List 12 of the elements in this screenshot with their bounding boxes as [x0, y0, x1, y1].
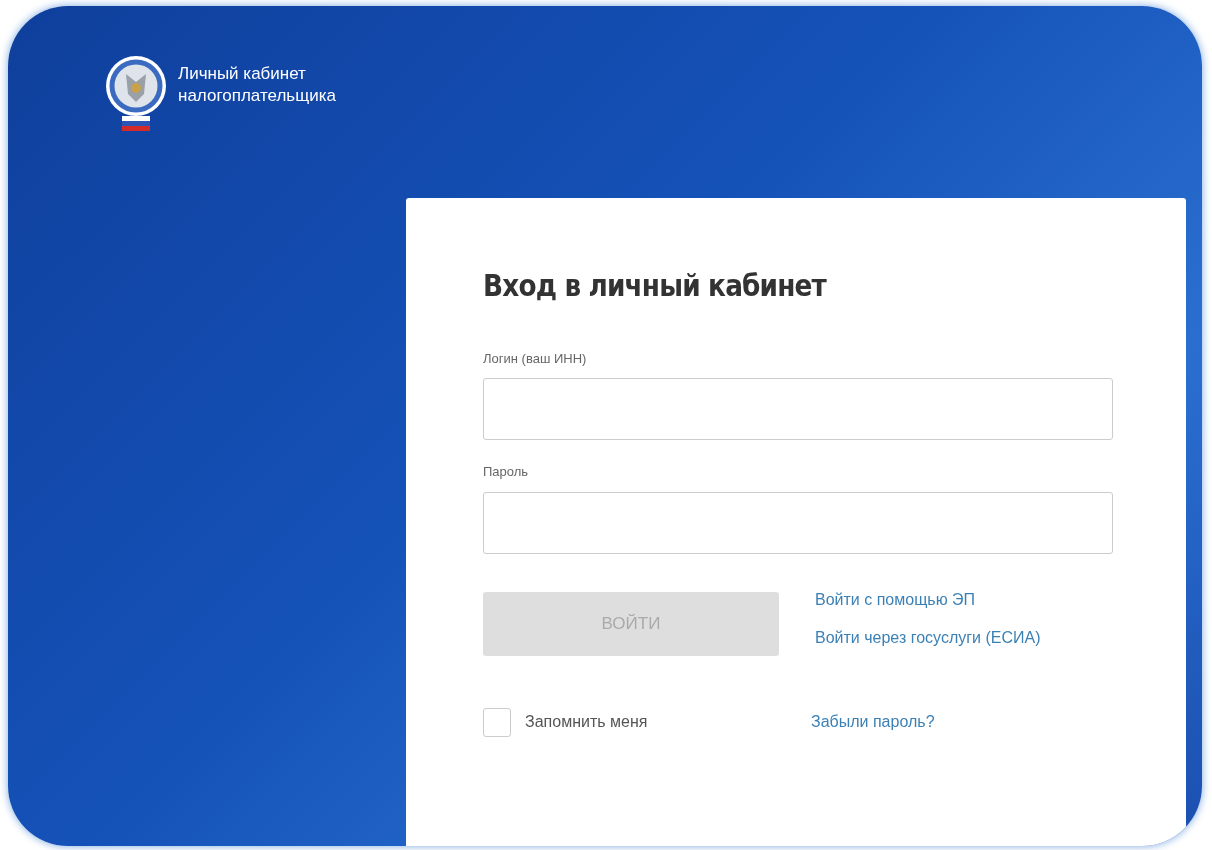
- login-field[interactable]: [483, 378, 1113, 440]
- password-field[interactable]: [483, 491, 1113, 554]
- remember-label: Запомнить меня: [525, 712, 649, 732]
- remember-checkbox[interactable]: [483, 707, 511, 737]
- field-label: Пароль: [483, 463, 530, 481]
- login-heading: Вход в личный кабинет: [483, 266, 828, 305]
- login-option-link[interactable]: Войти через госуслуги (ЕСИА): [815, 625, 1041, 650]
- field-label: Логин (ваш ИНН): [483, 349, 588, 368]
- login-option-link[interactable]: Войти с помощью ЭП: [815, 587, 1041, 612]
- app-title: налогоплательщика: [178, 85, 336, 107]
- forgot-password-link[interactable]: Забыли пароль?: [811, 710, 935, 734]
- app-title: Личный кабинет: [178, 63, 307, 85]
